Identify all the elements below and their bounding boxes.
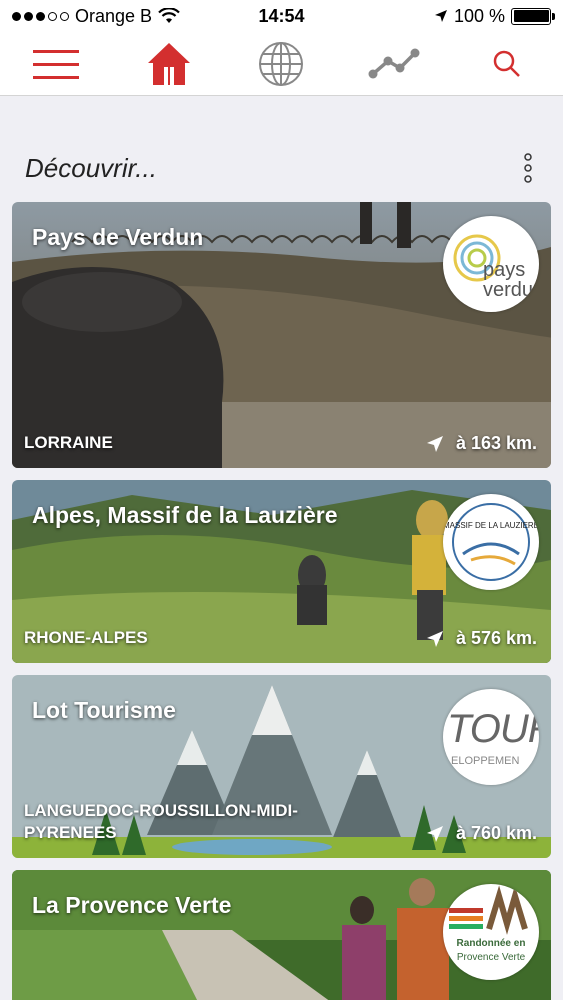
card-region: LANGUEDOC-ROUSSILLON-MIDI-PYRENEES — [24, 801, 298, 842]
destination-card[interactable]: Alpes, Massif de la Lauzière MASSIF DE L… — [12, 480, 551, 663]
route-icon — [368, 48, 420, 78]
card-region: RHONE-ALPES — [24, 628, 148, 647]
status-bar: Orange B 14:54 100 % — [0, 0, 563, 32]
card-region: LORRAINE — [24, 433, 113, 452]
battery-percent: 100 % — [453, 5, 505, 26]
menu-button[interactable] — [26, 36, 86, 92]
destination-card[interactable]: Pays de Verdun pays verdun LORRAINE à 16… — [12, 202, 551, 468]
destination-logo: pays verdun — [443, 216, 539, 312]
destination-card[interactable]: Lot Tourisme TOUR ELOPPEMEN LANGUEDOC-RO… — [12, 675, 551, 858]
map-button[interactable] — [251, 36, 311, 92]
carrier-name: Orange B — [75, 5, 153, 26]
location-arrow-icon — [426, 825, 443, 842]
card-title: Pays de Verdun — [32, 224, 204, 250]
card-title: Alpes, Massif de la Lauzière — [32, 502, 338, 528]
location-arrow-icon — [434, 10, 447, 22]
home-icon — [147, 42, 190, 85]
globe-icon — [259, 41, 304, 86]
search-button[interactable] — [477, 36, 537, 92]
card-distance: à 163 km. — [426, 433, 537, 454]
card-title: Lot Tourisme — [32, 697, 176, 723]
card-title: La Provence Verte — [32, 892, 232, 918]
svg-text:MASSIF DE LA LAUZIERE: MASSIF DE LA LAUZIERE — [443, 521, 539, 530]
location-arrow-icon — [426, 435, 443, 452]
routes-button[interactable] — [364, 36, 424, 92]
card-distance: à 576 km. — [426, 628, 537, 649]
section-title: Découvrir... — [25, 152, 157, 183]
destination-logo: MASSIF DE LA LAUZIERE — [443, 494, 539, 590]
search-icon — [493, 50, 520, 77]
carrier-info: Orange B — [12, 6, 180, 27]
top-toolbar — [0, 32, 563, 96]
menu-icon — [33, 49, 80, 79]
home-button[interactable] — [139, 36, 199, 92]
card-distance: à 760 km. — [426, 823, 537, 844]
svg-text:Provence Verte: Provence Verte — [457, 952, 526, 963]
battery-icon — [511, 7, 555, 25]
location-arrow-icon — [426, 630, 443, 647]
svg-text:Randonnée en: Randonnée en — [457, 938, 526, 949]
section-header: Découvrir... — [25, 148, 543, 188]
destination-logo: TOUR ELOPPEMEN — [443, 689, 539, 785]
signal-strength-icon — [12, 11, 69, 21]
destination-logo: Randonnée en Provence Verte — [443, 884, 539, 980]
more-options-button[interactable] — [513, 151, 543, 185]
more-vertical-icon — [524, 153, 532, 183]
destination-card[interactable]: La Provence Verte Randonnée en Provence … — [12, 870, 551, 1000]
wifi-icon — [158, 8, 180, 23]
